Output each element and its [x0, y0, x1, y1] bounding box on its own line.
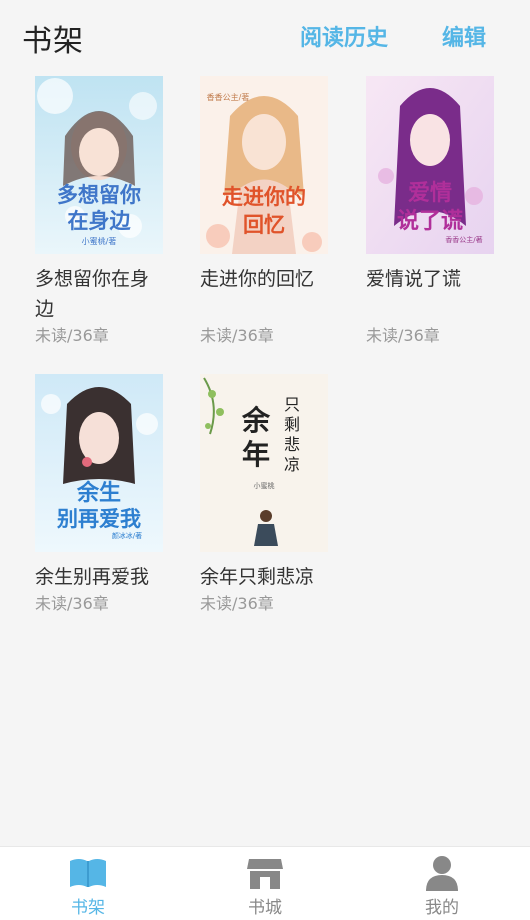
book-item[interactable]: 多想留你 在身边 小蜜桃/著 多想留你在身边 未读/36章: [35, 76, 167, 348]
book-title[interactable]: 余生别再爱我: [35, 562, 167, 592]
cover-title-line2: 说了谎: [397, 208, 463, 234]
person-icon: [422, 855, 462, 891]
bottom-tab-bar: 书架 书城 我的: [0, 846, 530, 920]
cover-author: 小蜜桃: [254, 481, 275, 490]
book-item[interactable]: 余生 别再爱我 颜冰冰/著 余生别再爱我 未读/36章: [35, 374, 167, 616]
store-icon: [245, 855, 285, 891]
cover-title-line1: 多想留你: [57, 182, 141, 207]
cover-author: 颜冰冰/著: [112, 531, 142, 540]
cover-title-line2: 别再爱我: [56, 506, 141, 531]
tab-bookshelf[interactable]: 书架: [0, 847, 176, 920]
book-status: 未读/36章: [35, 326, 109, 345]
cover-author: 香香公主/著: [207, 92, 250, 102]
tab-label: 书城: [248, 898, 282, 918]
tab-label: 书架: [71, 898, 105, 918]
book-title[interactable]: 爱情说了谎: [366, 264, 498, 294]
cover-title-main2: 年: [242, 438, 270, 471]
cover-title-main: 余: [241, 404, 271, 437]
book-cover[interactable]: 余生 别再爱我 颜冰冰/著: [35, 374, 163, 552]
page-title: 书架: [22, 24, 84, 59]
cover-title-side1: 只: [284, 395, 300, 414]
cover-title-side3: 悲: [284, 435, 300, 454]
book-open-icon: [68, 855, 108, 891]
cover-title-side4: 凉: [284, 455, 300, 474]
book-title[interactable]: 余年只剩悲凉: [200, 562, 332, 592]
tab-label: 我的: [425, 898, 459, 918]
cover-title-line2: 回忆: [243, 212, 285, 237]
book-cover[interactable]: 多想留你 在身边 小蜜桃/著: [35, 76, 163, 254]
book-cover[interactable]: 走进你的 回忆 香香公主/著: [200, 76, 328, 254]
book-item[interactable]: 走进你的 回忆 香香公主/著 走进你的回忆 未读/36章: [200, 76, 332, 348]
book-status: 未读/36章: [366, 326, 440, 345]
book-status: 未读/36章: [200, 594, 274, 613]
edit-button[interactable]: 编辑: [442, 20, 486, 52]
tab-profile[interactable]: 我的: [354, 847, 530, 920]
book-title[interactable]: 多想留你在身边: [35, 264, 167, 324]
cover-title-side2: 剩: [284, 415, 300, 434]
cover-title-line1: 走进你的: [222, 184, 306, 209]
book-cover[interactable]: 余 年 只 剩 悲 凉 小蜜桃: [200, 374, 328, 552]
book-status: 未读/36章: [200, 326, 274, 345]
book-cover[interactable]: 爱情 说了谎 香香公主/著: [366, 76, 494, 254]
cover-author: 小蜜桃/著: [82, 236, 117, 246]
book-item[interactable]: 爱情 说了谎 香香公主/著 爱情说了谎 未读/36章: [366, 76, 498, 348]
header-bar: 书架 阅读历史 编辑: [0, 0, 530, 70]
tab-bookstore[interactable]: 书城: [177, 847, 353, 920]
book-title[interactable]: 走进你的回忆: [200, 264, 332, 324]
cover-author: 香香公主/著: [445, 235, 482, 244]
cover-title-line1: 爱情: [408, 180, 452, 206]
cover-title-line1: 余生: [76, 480, 121, 506]
book-status: 未读/36章: [35, 594, 109, 613]
cover-title-line2: 在身边: [68, 208, 132, 233]
reading-history-button[interactable]: 阅读历史: [300, 20, 388, 52]
book-item[interactable]: 余 年 只 剩 悲 凉 小蜜桃 余年只剩悲凉 未读/36章: [200, 374, 332, 616]
